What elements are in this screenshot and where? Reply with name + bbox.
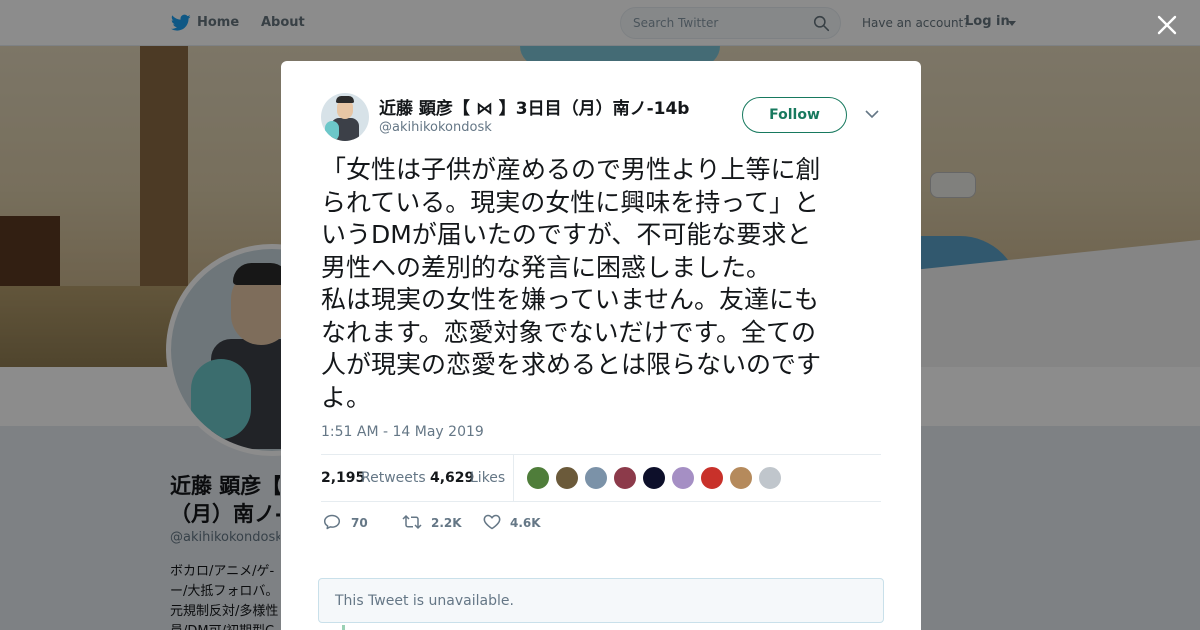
close-icon[interactable] bbox=[1154, 12, 1180, 38]
like-count: 4.6K bbox=[510, 516, 541, 530]
avatar-hair bbox=[336, 96, 354, 103]
retweets-label[interactable]: Retweets bbox=[361, 470, 426, 486]
tweet-text-line: いうDMが届いたのですが、不可能な要求と bbox=[321, 220, 812, 249]
author-handle[interactable]: @akihikokondosk bbox=[379, 120, 492, 135]
liker-avatar[interactable] bbox=[555, 466, 579, 490]
liker-avatar[interactable] bbox=[700, 466, 724, 490]
retweets-count[interactable]: 2,195 bbox=[321, 470, 365, 486]
heart-icon bbox=[483, 514, 501, 530]
liker-avatar[interactable] bbox=[526, 466, 550, 490]
likes-count[interactable]: 4,629 bbox=[430, 470, 474, 486]
reply-icon bbox=[323, 514, 341, 530]
tweet-text-line: られている。現実の女性に興味を持って」と bbox=[321, 187, 820, 217]
liker-avatar[interactable] bbox=[613, 466, 637, 490]
tweet-text-line: 人が現実の恋愛を求めるとは限らないのです bbox=[321, 350, 822, 379]
liker-avatar[interactable] bbox=[671, 466, 695, 490]
liker-avatar[interactable] bbox=[584, 466, 608, 490]
divider bbox=[321, 454, 881, 455]
unavailable-text: This Tweet is unavailable. bbox=[335, 593, 514, 609]
author-avatar[interactable] bbox=[321, 93, 369, 141]
chevron-down-icon[interactable] bbox=[865, 109, 879, 119]
liker-avatar[interactable] bbox=[642, 466, 666, 490]
stats-separator bbox=[513, 455, 514, 501]
follow-button[interactable]: Follow bbox=[742, 97, 847, 133]
tweet-text: 「女性は子供が産めるので男性より上等に創 られている。現実の女性に興味を持って」… bbox=[321, 154, 883, 414]
tweet-text-line: 「女性は子供が産めるので男性より上等に創 bbox=[321, 155, 821, 184]
unavailable-tweet-notice: This Tweet is unavailable. bbox=[318, 578, 884, 623]
divider bbox=[321, 501, 881, 502]
tweet-timestamp[interactable]: 1:51 AM - 14 May 2019 bbox=[321, 424, 484, 440]
retweet-icon bbox=[402, 514, 422, 530]
likes-label[interactable]: Likes bbox=[470, 470, 505, 486]
thread-line bbox=[342, 625, 345, 630]
tweet-modal: 近藤 顕彦【 ⋈ 】3日目（月）南ノ-14b @akihikokondosk F… bbox=[281, 61, 921, 630]
avatar-plush bbox=[325, 121, 339, 141]
author-name[interactable]: 近藤 顕彦【 ⋈ 】3日目（月）南ノ-14b bbox=[379, 94, 689, 119]
retweet-count: 2.2K bbox=[431, 516, 462, 530]
tweet-text-line: 男性への差別的な発言に困惑しました。 bbox=[321, 252, 772, 282]
tweet-text-line: よ。 bbox=[321, 382, 372, 412]
tweet-text-line: 私は現実の女性を嫌っていません。友達にも bbox=[321, 285, 820, 314]
reply-count: 70 bbox=[351, 516, 368, 530]
liker-avatar[interactable] bbox=[758, 466, 782, 490]
liker-avatar[interactable] bbox=[729, 466, 753, 490]
tweet-text-line: なれます。恋愛対象でないだけです。全ての bbox=[321, 317, 817, 347]
